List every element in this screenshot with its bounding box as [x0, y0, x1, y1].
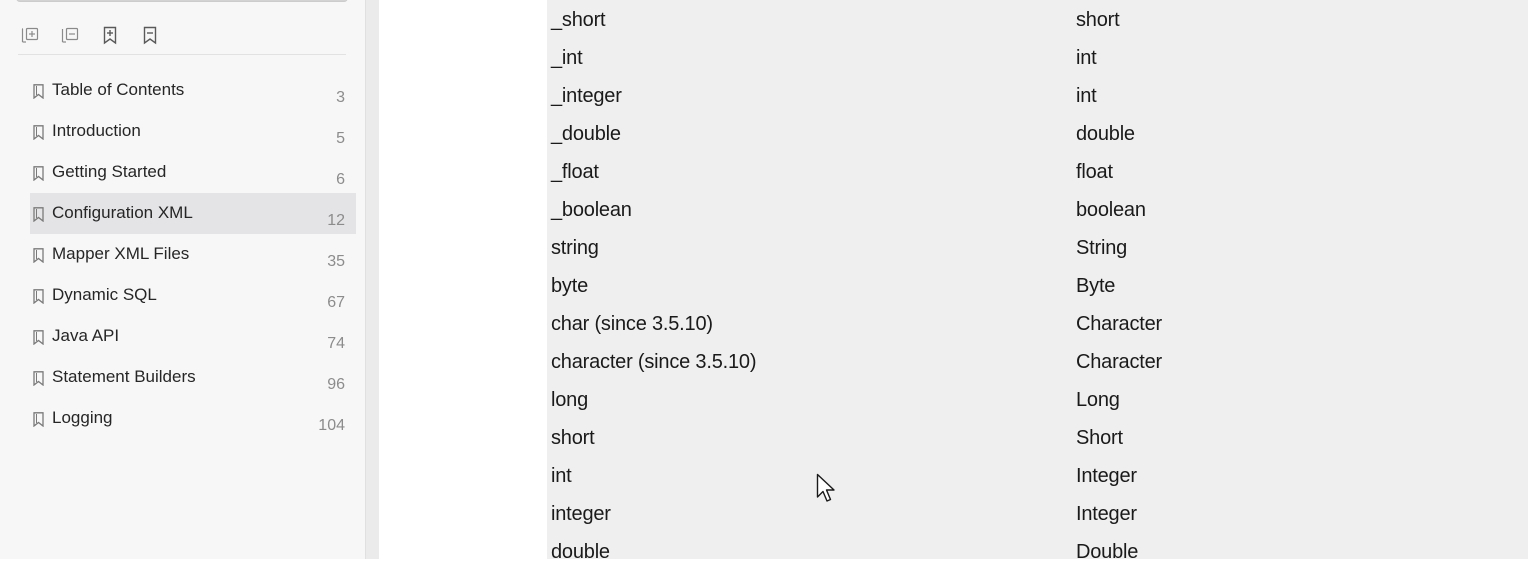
bookmark-page-number: 74	[327, 335, 345, 352]
bookmark-icon	[33, 84, 44, 99]
bookmark-item[interactable]: Java API 74	[30, 316, 356, 357]
mouse-pointer-icon	[816, 473, 835, 502]
bookmark-page-number: 104	[318, 417, 345, 434]
alias-cell: _boolean	[551, 199, 632, 221]
bookmark-title: Configuration XML	[52, 203, 193, 222]
table-row: short Short	[547, 419, 1528, 457]
mapped-type-cell: short	[1076, 9, 1120, 31]
bookmark-title: Logging	[52, 408, 113, 427]
bookmark-page-number: 96	[327, 376, 345, 393]
bookmark-icon	[33, 166, 44, 181]
alias-cell: _int	[551, 47, 583, 69]
table-row: char (since 3.5.10) Character	[547, 305, 1528, 343]
table-row: _short short	[547, 1, 1528, 39]
add-bookmark-icon[interactable]	[100, 24, 120, 46]
bookmark-item[interactable]: Statement Builders 96	[30, 357, 356, 398]
table-row: integer Integer	[547, 495, 1528, 533]
mapped-type-cell: int	[1076, 47, 1097, 69]
bookmark-item[interactable]: Introduction 5	[30, 111, 356, 152]
mapped-type-cell: Integer	[1076, 503, 1137, 525]
expand-all-icon[interactable]	[20, 24, 40, 46]
table-row: _double double	[547, 115, 1528, 153]
bookmark-page-number: 35	[327, 253, 345, 270]
bookmark-toolbar	[20, 22, 160, 48]
sidebar-search-box[interactable]	[16, 0, 348, 1]
sidebar-resize-handle[interactable]	[365, 0, 380, 559]
document-view: _short short _int int _integer int _double doub…	[379, 0, 1528, 563]
mapped-type-cell: Long	[1076, 389, 1120, 411]
mapped-type-cell: boolean	[1076, 199, 1146, 221]
mapped-type-cell: Character	[1076, 351, 1163, 373]
alias-cell: short	[551, 427, 595, 449]
bookmark-title: Java API	[52, 326, 120, 345]
alias-cell: long	[551, 389, 589, 411]
bookmark-icon	[33, 330, 44, 345]
bookmark-page-number: 67	[327, 294, 345, 311]
bookmark-list: Table of Contents 3 Introduction 5 Getting S…	[30, 70, 356, 439]
table-row: long Long	[547, 381, 1528, 419]
table-row: double Double	[547, 533, 1528, 571]
table-row: _int int	[547, 39, 1528, 77]
bookmark-icon	[33, 125, 44, 140]
bookmark-title: Mapper XML Files	[52, 244, 190, 263]
bookmark-title: Table of Contents	[52, 80, 185, 99]
alias-cell: _short	[551, 9, 606, 31]
bookmark-title: Dynamic SQL	[52, 285, 157, 304]
type-alias-table: _short short _int int _integer int _double doub…	[547, 0, 1528, 563]
bookmark-item[interactable]: Dynamic SQL 67	[30, 275, 356, 316]
bookmark-item[interactable]: Table of Contents 3	[30, 70, 356, 111]
bookmark-page-number: 5	[336, 130, 345, 147]
table-row: character (since 3.5.10) Character	[547, 343, 1528, 381]
table-row: _boolean boolean	[547, 191, 1528, 229]
collapse-all-icon[interactable]	[60, 24, 80, 46]
table-row: _integer int	[547, 77, 1528, 115]
bookmark-title: Introduction	[52, 121, 141, 140]
alias-cell: double	[551, 541, 610, 563]
bookmark-item[interactable]: Mapper XML Files 35	[30, 234, 356, 275]
alias-cell: integer	[551, 503, 611, 525]
bookmark-icon	[33, 412, 44, 427]
alias-cell: int	[551, 465, 572, 487]
mapped-type-cell: String	[1076, 237, 1128, 259]
bookmark-page-number: 12	[327, 212, 345, 229]
alias-cell: string	[551, 237, 599, 259]
mapped-type-cell: Byte	[1076, 275, 1116, 297]
bookmark-page-number: 3	[336, 89, 345, 106]
mapped-type-cell: Double	[1076, 541, 1139, 563]
bookmark-icon	[33, 289, 44, 304]
remove-bookmark-icon[interactable]	[140, 24, 160, 46]
bookmark-icon	[33, 207, 44, 222]
bookmark-icon	[33, 371, 44, 386]
table-row: int Integer	[547, 457, 1528, 495]
bookmark-item[interactable]: Getting Started 6	[30, 152, 356, 193]
bookmark-page-number: 6	[336, 171, 345, 188]
alias-cell: _float	[551, 161, 599, 183]
bookmark-item[interactable]: Logging 104	[30, 398, 356, 439]
alias-cell: char (since 3.5.10)	[551, 313, 713, 335]
bookmark-sidebar: Table of Contents 3 Introduction 5 Getting S…	[0, 0, 365, 559]
table-row: string String	[547, 229, 1528, 267]
bookmark-item[interactable]: Configuration XML 12	[30, 193, 356, 234]
alias-cell: _double	[551, 123, 621, 145]
mapped-type-cell: int	[1076, 85, 1097, 107]
mapped-type-cell: float	[1076, 161, 1113, 183]
alias-cell: _integer	[551, 85, 622, 107]
mapped-type-cell: Integer	[1076, 465, 1137, 487]
table-row: byte Byte	[547, 267, 1528, 305]
mapped-type-cell: double	[1076, 123, 1135, 145]
bookmark-title: Getting Started	[52, 162, 167, 181]
mapped-type-cell: Short	[1076, 427, 1123, 449]
bookmark-title: Statement Builders	[52, 367, 196, 386]
table-row: _float float	[547, 153, 1528, 191]
alias-cell: character (since 3.5.10)	[551, 351, 757, 373]
toolbar-divider	[18, 54, 346, 55]
bookmark-icon	[33, 248, 44, 263]
alias-cell: byte	[551, 275, 589, 297]
mapped-type-cell: Character	[1076, 313, 1163, 335]
